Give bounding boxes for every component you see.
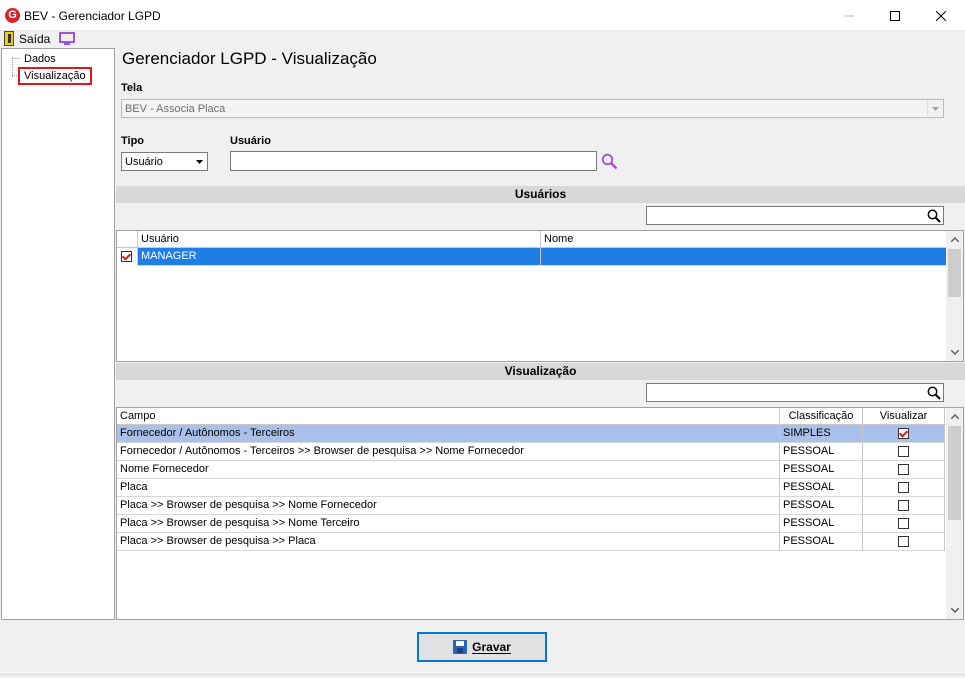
tipo-select[interactable]: Usuário (121, 152, 208, 171)
table-row[interactable]: Placa PESSOAL (117, 479, 945, 497)
visualizar-checkbox[interactable] (898, 500, 909, 511)
search-icon[interactable] (927, 386, 941, 400)
visualizar-checkbox[interactable] (898, 536, 909, 547)
visualizar-checkbox[interactable] (898, 464, 909, 475)
table-row[interactable]: Placa >> Browser de pesquisa >> Placa PES… (117, 533, 945, 551)
cell-campo: Fornecedor / Autônomos - Terceiros (117, 425, 780, 443)
table-row[interactable]: Fornecedor / Autônomos - Terceiros >> Br… (117, 443, 945, 461)
search-icon[interactable] (601, 153, 618, 170)
maximize-button[interactable] (872, 0, 918, 31)
chevron-down-icon[interactable] (191, 154, 206, 169)
save-button-label: Gravar (472, 640, 511, 654)
toolbar: Saída (0, 31, 965, 47)
cell-classificacao: PESSOAL (780, 515, 863, 533)
window-title: BEV - Gerenciador LGPD (24, 9, 161, 23)
tipo-select-value: Usuário (125, 156, 163, 168)
search-icon[interactable] (927, 209, 941, 223)
close-button[interactable] (918, 0, 964, 31)
scroll-thumb[interactable] (948, 426, 961, 520)
visualizacao-grid-header: Campo Classificação Visualizar (117, 408, 947, 425)
visualizacao-filter-input[interactable] (646, 383, 944, 402)
tree-item-dados[interactable]: Dados (22, 52, 58, 66)
cell-campo: Placa >> Browser de pesquisa >> Placa (117, 533, 780, 551)
cell-visualizar[interactable] (863, 515, 945, 533)
tela-select-value: BEV - Associa Placa (125, 103, 226, 115)
table-row[interactable]: MANAGER (117, 248, 947, 266)
scroll-up-icon[interactable] (946, 408, 963, 425)
scroll-thumb[interactable] (948, 249, 961, 297)
cell-visualizar[interactable] (863, 425, 945, 443)
visualizar-checkbox[interactable] (898, 428, 909, 439)
navigation-tree: Dados Visualização (1, 48, 115, 620)
minimize-icon (844, 15, 854, 16)
close-icon (936, 10, 946, 21)
usuarios-scrollbar[interactable] (946, 231, 963, 361)
usuarios-grid: Usuário Nome MANAGER (116, 230, 964, 362)
scroll-down-icon[interactable] (946, 344, 963, 361)
floppy-disk-icon (453, 640, 468, 654)
cell-visualizar[interactable] (863, 497, 945, 515)
scroll-down-icon[interactable] (946, 602, 963, 619)
cell-campo: Placa >> Browser de pesquisa >> Nome For… (117, 497, 780, 515)
title-bar: G BEV - Gerenciador LGPD (0, 0, 965, 31)
column-header-nome[interactable]: Nome (541, 231, 947, 248)
cell-nome (541, 248, 947, 266)
table-row[interactable]: Placa >> Browser de pesquisa >> Nome For… (117, 497, 945, 515)
save-button[interactable]: Gravar (417, 632, 547, 662)
visualizacao-section-title: Visualização (116, 363, 965, 380)
cell-visualizar[interactable] (863, 443, 945, 461)
cell-campo: Fornecedor / Autônomos - Terceiros >> Br… (117, 443, 780, 461)
app-logo-icon: G (5, 8, 20, 23)
cell-usuario: MANAGER (138, 248, 541, 266)
tree-connector (12, 75, 17, 76)
visualizar-checkbox[interactable] (898, 518, 909, 529)
tree-connector (12, 58, 20, 59)
cell-classificacao: PESSOAL (780, 533, 863, 551)
column-header-campo[interactable]: Campo (117, 408, 780, 425)
cell-classificacao: SIMPLES (780, 425, 863, 443)
tree-connector (12, 57, 13, 77)
cell-visualizar[interactable] (863, 479, 945, 497)
cell-classificacao: PESSOAL (780, 443, 863, 461)
page-title: Gerenciador LGPD - Visualização (122, 49, 377, 68)
row-check-cell[interactable] (117, 248, 138, 266)
tipo-label: Tipo (121, 135, 145, 147)
usuario-input[interactable] (230, 151, 597, 171)
cell-classificacao: PESSOAL (780, 479, 863, 497)
visualizar-checkbox[interactable] (898, 482, 909, 493)
scroll-up-icon[interactable] (946, 231, 963, 248)
visualizacao-grid: Campo Classificação Visualizar Fornecedo… (116, 407, 964, 620)
tree-item-visualizacao[interactable]: Visualização (18, 67, 92, 85)
cell-classificacao: PESSOAL (780, 497, 863, 515)
visualizacao-scrollbar[interactable] (946, 408, 963, 619)
tela-label: Tela (121, 82, 143, 94)
window-bottom-edge (0, 674, 965, 678)
cell-campo: Placa (117, 479, 780, 497)
cell-classificacao: PESSOAL (780, 461, 863, 479)
visualizar-checkbox[interactable] (898, 446, 909, 457)
cell-visualizar[interactable] (863, 461, 945, 479)
maximize-icon (890, 10, 900, 21)
column-header-visualizar[interactable]: Visualizar (863, 408, 945, 425)
monitor-icon[interactable] (59, 32, 75, 45)
usuarios-filter-input[interactable] (646, 206, 944, 225)
cell-campo: Placa >> Browser de pesquisa >> Nome Ter… (117, 515, 780, 533)
user-checkbox[interactable] (121, 251, 132, 262)
table-row[interactable]: Placa >> Browser de pesquisa >> Nome Ter… (117, 515, 945, 533)
chevron-down-icon[interactable] (927, 101, 942, 116)
table-row[interactable]: Fornecedor / Autônomos - Terceiros SIMPLE… (117, 425, 945, 443)
usuarios-grid-header: Usuário Nome (117, 231, 947, 248)
usuarios-section-title: Usuários (116, 186, 965, 203)
minimize-button[interactable] (826, 0, 872, 31)
cell-visualizar[interactable] (863, 533, 945, 551)
column-header-usuario[interactable]: Usuário (138, 231, 541, 248)
column-header-select[interactable] (117, 231, 138, 248)
usuario-label: Usuário (230, 135, 271, 147)
table-row[interactable]: Nome Fornecedor PESSOAL (117, 461, 945, 479)
tela-select[interactable]: BEV - Associa Placa (121, 99, 944, 118)
exit-button[interactable]: Saída (19, 32, 50, 46)
cell-campo: Nome Fornecedor (117, 461, 780, 479)
exit-door-icon[interactable] (4, 31, 14, 46)
column-header-classificacao[interactable]: Classificação (780, 408, 863, 425)
